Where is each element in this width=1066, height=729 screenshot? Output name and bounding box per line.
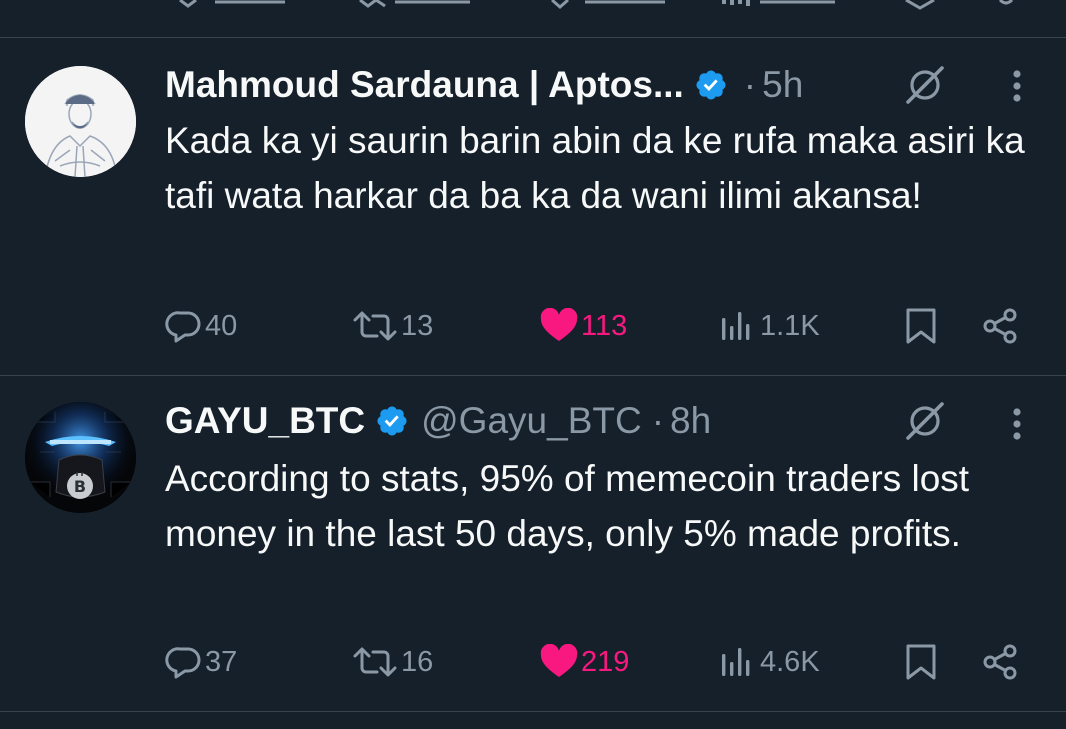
verified-badge-icon xyxy=(694,68,728,102)
tweet-actions: 40 13 113 1.1K xyxy=(165,306,1035,346)
share-icon-fragment xyxy=(998,0,1014,5)
user-handle[interactable]: @Gayu_BTC xyxy=(421,400,642,442)
tweet-text: According to stats, 95% of memecoin trad… xyxy=(165,458,970,554)
heart-icon xyxy=(540,308,578,341)
reply-icon xyxy=(165,311,201,343)
reply-count: 37 xyxy=(205,645,238,678)
more-icon[interactable] xyxy=(1002,62,1032,108)
avatar-bitcoin-image: B xyxy=(25,402,136,513)
retweet-icon xyxy=(353,311,397,341)
tweet-divider xyxy=(0,711,1066,712)
bookmark-icon-fragment xyxy=(905,0,935,10)
like-count: 219 xyxy=(581,645,630,678)
reply-button[interactable]: 40 xyxy=(165,306,237,346)
heart-icon-fragment xyxy=(551,0,569,9)
display-name[interactable]: Mahmoud Sardauna | Aptos... xyxy=(165,64,684,106)
views-button[interactable]: 4.6K xyxy=(718,642,820,682)
grok-icon[interactable] xyxy=(902,62,948,108)
retweet-button[interactable]: 13 xyxy=(351,306,433,346)
avatar[interactable]: B xyxy=(25,402,136,513)
more-icon[interactable] xyxy=(1002,400,1032,446)
tweet[interactable]: B GAYU_BTC @Gayu_BTC · 8h According to s… xyxy=(0,376,1066,711)
verified-badge-icon xyxy=(375,404,409,438)
like-count: 113 xyxy=(581,309,628,342)
retweet-icon xyxy=(353,647,397,677)
share-button[interactable] xyxy=(981,306,1021,346)
tweet-actions: 37 16 219 4.6K xyxy=(165,642,1035,682)
tweet-header: GAYU_BTC @Gayu_BTC · 8h xyxy=(165,396,711,446)
reply-icon xyxy=(165,647,201,679)
grok-icon[interactable] xyxy=(902,398,948,444)
display-name[interactable]: GAYU_BTC xyxy=(165,400,365,442)
reply-icon-fragment xyxy=(179,0,197,8)
bookmark-icon xyxy=(906,308,936,344)
tweet[interactable]: Mahmoud Sardauna | Aptos... · 5h Kada ka… xyxy=(0,38,1066,375)
timestamp[interactable]: 5h xyxy=(762,64,803,106)
svg-text:B: B xyxy=(74,477,86,496)
retweet-icon-fragment xyxy=(359,0,386,8)
views-count: 1.1K xyxy=(760,309,820,342)
bookmark-icon xyxy=(906,644,936,680)
tweet-text: Kada ka yi saurin barin abin da ke rufa … xyxy=(165,120,1025,216)
share-icon xyxy=(983,308,1017,344)
separator-dot: · xyxy=(743,64,757,105)
timestamp[interactable]: 8h xyxy=(670,400,711,442)
bookmark-button[interactable] xyxy=(903,306,939,346)
bookmark-button[interactable] xyxy=(903,642,939,682)
reply-button[interactable]: 37 xyxy=(165,642,237,682)
views-icon xyxy=(722,648,750,676)
previous-tweet-icons-fragment xyxy=(179,0,1014,10)
like-button[interactable]: 113 xyxy=(539,306,627,346)
share-icon xyxy=(983,644,1017,680)
reply-count: 40 xyxy=(205,309,238,342)
retweet-count: 13 xyxy=(401,309,434,342)
views-count: 4.6K xyxy=(760,645,820,678)
separator-dot: · xyxy=(651,400,665,441)
like-button[interactable]: 219 xyxy=(539,642,629,682)
avatar-portrait-image xyxy=(25,66,136,177)
tweet-header: Mahmoud Sardauna | Aptos... · 5h xyxy=(165,60,803,110)
views-button[interactable]: 1.1K xyxy=(718,306,820,346)
views-icon xyxy=(722,312,750,340)
avatar[interactable] xyxy=(25,66,136,177)
previous-tweet-actions xyxy=(0,0,1066,38)
retweet-count: 16 xyxy=(401,645,434,678)
retweet-button[interactable]: 16 xyxy=(351,642,433,682)
share-button[interactable] xyxy=(981,642,1021,682)
views-icon-fragment xyxy=(722,0,750,6)
heart-icon xyxy=(540,644,578,677)
